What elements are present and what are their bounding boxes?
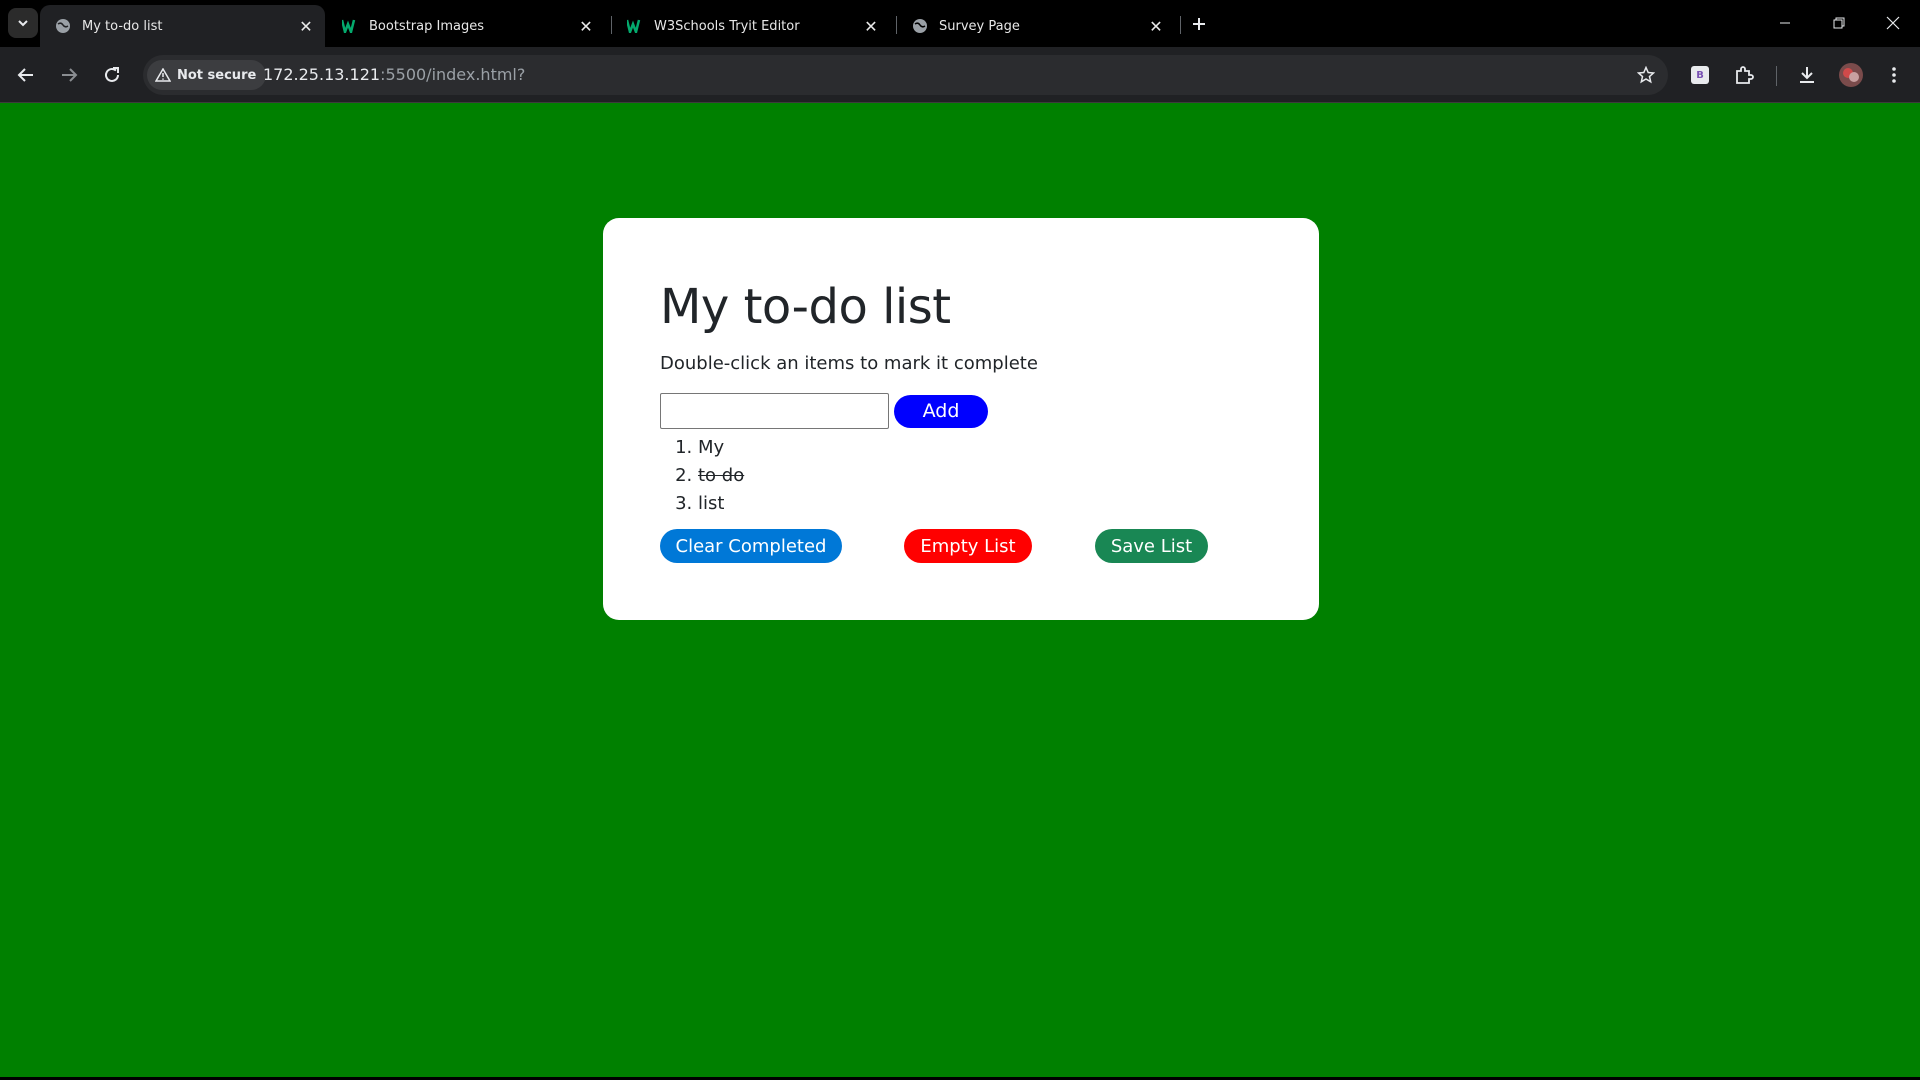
list-item[interactable]: list bbox=[698, 490, 1262, 518]
chevron-down-icon bbox=[18, 20, 28, 27]
url-host: 172.25.13.121 bbox=[263, 65, 381, 84]
page-title: My to-do list bbox=[660, 279, 951, 335]
action-row: Clear Completed Empty List Save List bbox=[660, 529, 1262, 563]
list-item[interactable]: My bbox=[698, 434, 1262, 462]
w3schools-icon bbox=[341, 17, 359, 35]
page-subtitle: Double-click an items to mark it complet… bbox=[660, 353, 1038, 374]
minimize-icon bbox=[1780, 22, 1790, 24]
clear-completed-button[interactable]: Clear Completed bbox=[660, 529, 842, 563]
tab-title: My to-do list bbox=[82, 18, 163, 34]
tab-search-button[interactable] bbox=[8, 8, 38, 38]
browser-toolbar: Not secure 172.25.13.121:5500/index.html… bbox=[0, 47, 1920, 103]
arrow-right-icon bbox=[62, 68, 78, 82]
plus-icon bbox=[1193, 18, 1205, 30]
close-window-button[interactable] bbox=[1866, 0, 1920, 46]
bookmark-star-button[interactable] bbox=[1630, 59, 1662, 91]
tab-w3schools-tryit-editor[interactable]: W3Schools Tryit Editor ✕ bbox=[612, 5, 890, 47]
list-item-text: list bbox=[698, 493, 725, 514]
list-item-text: My bbox=[698, 437, 725, 458]
tab-separator bbox=[1180, 16, 1181, 34]
todo-card: My to-do list Double-click an items to m… bbox=[603, 218, 1319, 620]
add-button[interactable]: Add bbox=[894, 394, 988, 428]
close-tab-icon[interactable]: ✕ bbox=[575, 15, 597, 37]
new-tab-button[interactable] bbox=[1185, 10, 1213, 38]
more-vert-icon bbox=[1892, 67, 1896, 83]
tab-bootstrap-images[interactable]: Bootstrap Images ✕ bbox=[327, 5, 605, 47]
warning-icon bbox=[155, 68, 171, 82]
menu-button[interactable] bbox=[1876, 57, 1912, 93]
add-item-row: Add bbox=[660, 393, 1262, 429]
star-icon bbox=[1637, 66, 1655, 84]
restore-button[interactable] bbox=[1812, 0, 1866, 46]
globe-icon bbox=[54, 17, 72, 35]
back-button[interactable] bbox=[8, 57, 44, 93]
list-item-text: to do bbox=[698, 465, 745, 486]
list-item[interactable]: to do bbox=[698, 462, 1262, 490]
avatar-icon bbox=[1839, 63, 1863, 87]
url-path: :5500/index.html? bbox=[380, 65, 526, 84]
tab-my-to-do-list[interactable]: My to-do list ✕ bbox=[40, 5, 325, 47]
close-tab-icon[interactable]: ✕ bbox=[295, 15, 317, 37]
empty-list-button[interactable]: Empty List bbox=[904, 529, 1032, 563]
profile-avatar[interactable] bbox=[1833, 57, 1869, 93]
todo-input[interactable] bbox=[660, 393, 889, 429]
puzzle-icon bbox=[1736, 66, 1754, 84]
save-list-button[interactable]: Save List bbox=[1095, 529, 1208, 563]
downloads-button[interactable] bbox=[1789, 57, 1825, 93]
bootstrap-extension-icon: B bbox=[1691, 66, 1709, 84]
security-label: Not secure bbox=[177, 67, 257, 83]
bootstrap-extension-button[interactable]: B bbox=[1682, 57, 1718, 93]
security-chip[interactable]: Not secure bbox=[147, 60, 267, 90]
tab-strip: My to-do list ✕ Bootstrap Images ✕ W3Sch… bbox=[0, 0, 1920, 47]
download-icon bbox=[1800, 67, 1814, 83]
close-tab-icon[interactable]: ✕ bbox=[1145, 15, 1167, 37]
close-icon bbox=[1886, 16, 1900, 30]
arrow-left-icon bbox=[17, 68, 33, 82]
tab-title: Survey Page bbox=[939, 18, 1020, 34]
close-tab-icon[interactable]: ✕ bbox=[860, 15, 882, 37]
w3schools-icon bbox=[626, 17, 644, 35]
toolbar-divider bbox=[1776, 66, 1777, 86]
address-bar[interactable]: Not secure 172.25.13.121:5500/index.html… bbox=[143, 55, 1668, 95]
tab-title: W3Schools Tryit Editor bbox=[654, 18, 800, 34]
url-text[interactable]: 172.25.13.121:5500/index.html? bbox=[263, 65, 525, 84]
restore-icon bbox=[1833, 17, 1845, 29]
reload-button[interactable] bbox=[94, 57, 130, 93]
forward-button[interactable] bbox=[51, 57, 87, 93]
tab-title: Bootstrap Images bbox=[369, 18, 484, 34]
extension-badge-text: B bbox=[1696, 69, 1704, 81]
tab-survey-page[interactable]: Survey Page ✕ bbox=[897, 5, 1175, 47]
globe-icon bbox=[911, 17, 929, 35]
extensions-button[interactable] bbox=[1726, 57, 1762, 93]
minimize-button[interactable] bbox=[1758, 0, 1812, 46]
page-viewport: My to-do list Double-click an items to m… bbox=[0, 103, 1920, 1077]
todo-list: My to do list bbox=[660, 434, 1262, 518]
reload-icon bbox=[105, 67, 119, 82]
